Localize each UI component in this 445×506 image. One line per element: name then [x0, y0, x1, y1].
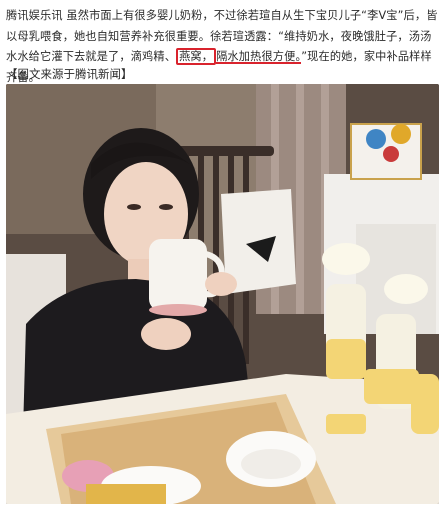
image-source-caption: 【图文来源于腾讯新闻】 [6, 67, 133, 81]
article-photo [6, 84, 439, 504]
article-quote-highlight-2: 隔水加热很方便。 [216, 50, 302, 63]
photo-image [6, 84, 439, 504]
article-quote-boxed: 燕窝， [176, 48, 217, 65]
